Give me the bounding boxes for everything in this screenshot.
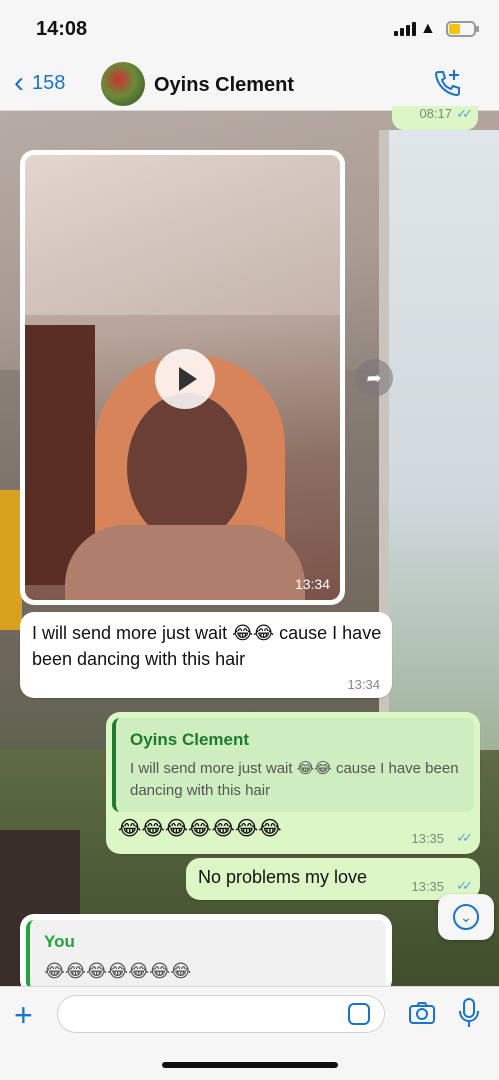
quoted-message[interactable]: Oyins Clement I will send more just wait… (112, 718, 474, 812)
message-input[interactable] (57, 995, 385, 1033)
back-button[interactable]: ‹ 158 (14, 68, 65, 98)
home-indicator (162, 1062, 338, 1068)
video-bg-ceiling (25, 155, 340, 315)
chat-header: ‹ 158 Oyins Clement (0, 58, 499, 111)
video-message[interactable]: 13:34 (20, 150, 345, 605)
quoted-text: I will send more just wait 😂😂 cause I ha… (130, 760, 459, 799)
incoming-reply-message[interactable]: You 😂😂😂😂😂😂😂 (20, 914, 392, 994)
forward-icon[interactable]: ➦ (355, 359, 393, 397)
sticker-icon[interactable] (348, 1003, 370, 1025)
play-icon[interactable] (155, 349, 215, 409)
quoted-text: 😂😂😂😂😂😂😂 (44, 961, 192, 981)
battery-icon (446, 21, 479, 37)
message-time: 13:34 (347, 677, 380, 692)
signal-icon (394, 22, 416, 36)
read-ticks-icon: ✓✓ (456, 878, 473, 893)
video-thumbnail[interactable]: 13:34 (25, 155, 340, 600)
status-time: 14:08 (36, 18, 88, 40)
read-ticks-icon: ✓✓ (456, 830, 473, 845)
message-text: No problems my love (198, 867, 368, 887)
video-body (65, 525, 305, 600)
quoted-message[interactable]: You 😂😂😂😂😂😂😂 (26, 920, 386, 990)
outgoing-reply-message[interactable]: Oyins Clement I will send more just wait… (106, 712, 480, 854)
message-time: 08:17 (419, 106, 452, 121)
contact-name[interactable]: Oyins Clement (154, 74, 294, 97)
status-bar: 14:08 ▲ (0, 0, 499, 58)
quoted-sender: Oyins Clement (130, 730, 250, 749)
plus-icon[interactable]: + (14, 997, 33, 1034)
incoming-message[interactable]: I will send more just wait 😂😂 cause I ha… (20, 612, 392, 698)
microphone-icon[interactable] (458, 997, 480, 1029)
read-ticks-icon: ✓✓ (456, 106, 473, 121)
message-time: 13:35 (411, 831, 444, 846)
scroll-down-button[interactable]: ⌄ (438, 894, 494, 940)
chevron-down-icon: ⌄ (453, 904, 479, 930)
message-stub[interactable]: 08:17 ✓✓ (392, 106, 478, 130)
message-text: 😂😂😂😂😂😂😂 (118, 818, 282, 840)
add-call-icon[interactable] (432, 68, 462, 98)
outgoing-message[interactable]: No problems my love 13:35 ✓✓ (186, 858, 480, 900)
camera-icon[interactable] (408, 1001, 436, 1025)
quoted-sender: You (44, 932, 75, 951)
wallpaper-window (379, 130, 499, 750)
wifi-icon: ▲ (420, 20, 436, 37)
message-text: I will send more just wait 😂😂 cause I ha… (32, 623, 382, 669)
unread-count: 158 (32, 71, 66, 94)
wallpaper-wall (0, 490, 22, 630)
video-face (127, 393, 247, 543)
message-time: 13:34 (294, 576, 330, 592)
message-time: 13:35 (411, 879, 444, 894)
avatar[interactable] (101, 62, 145, 106)
chevron-left-icon: ‹ (14, 66, 24, 99)
